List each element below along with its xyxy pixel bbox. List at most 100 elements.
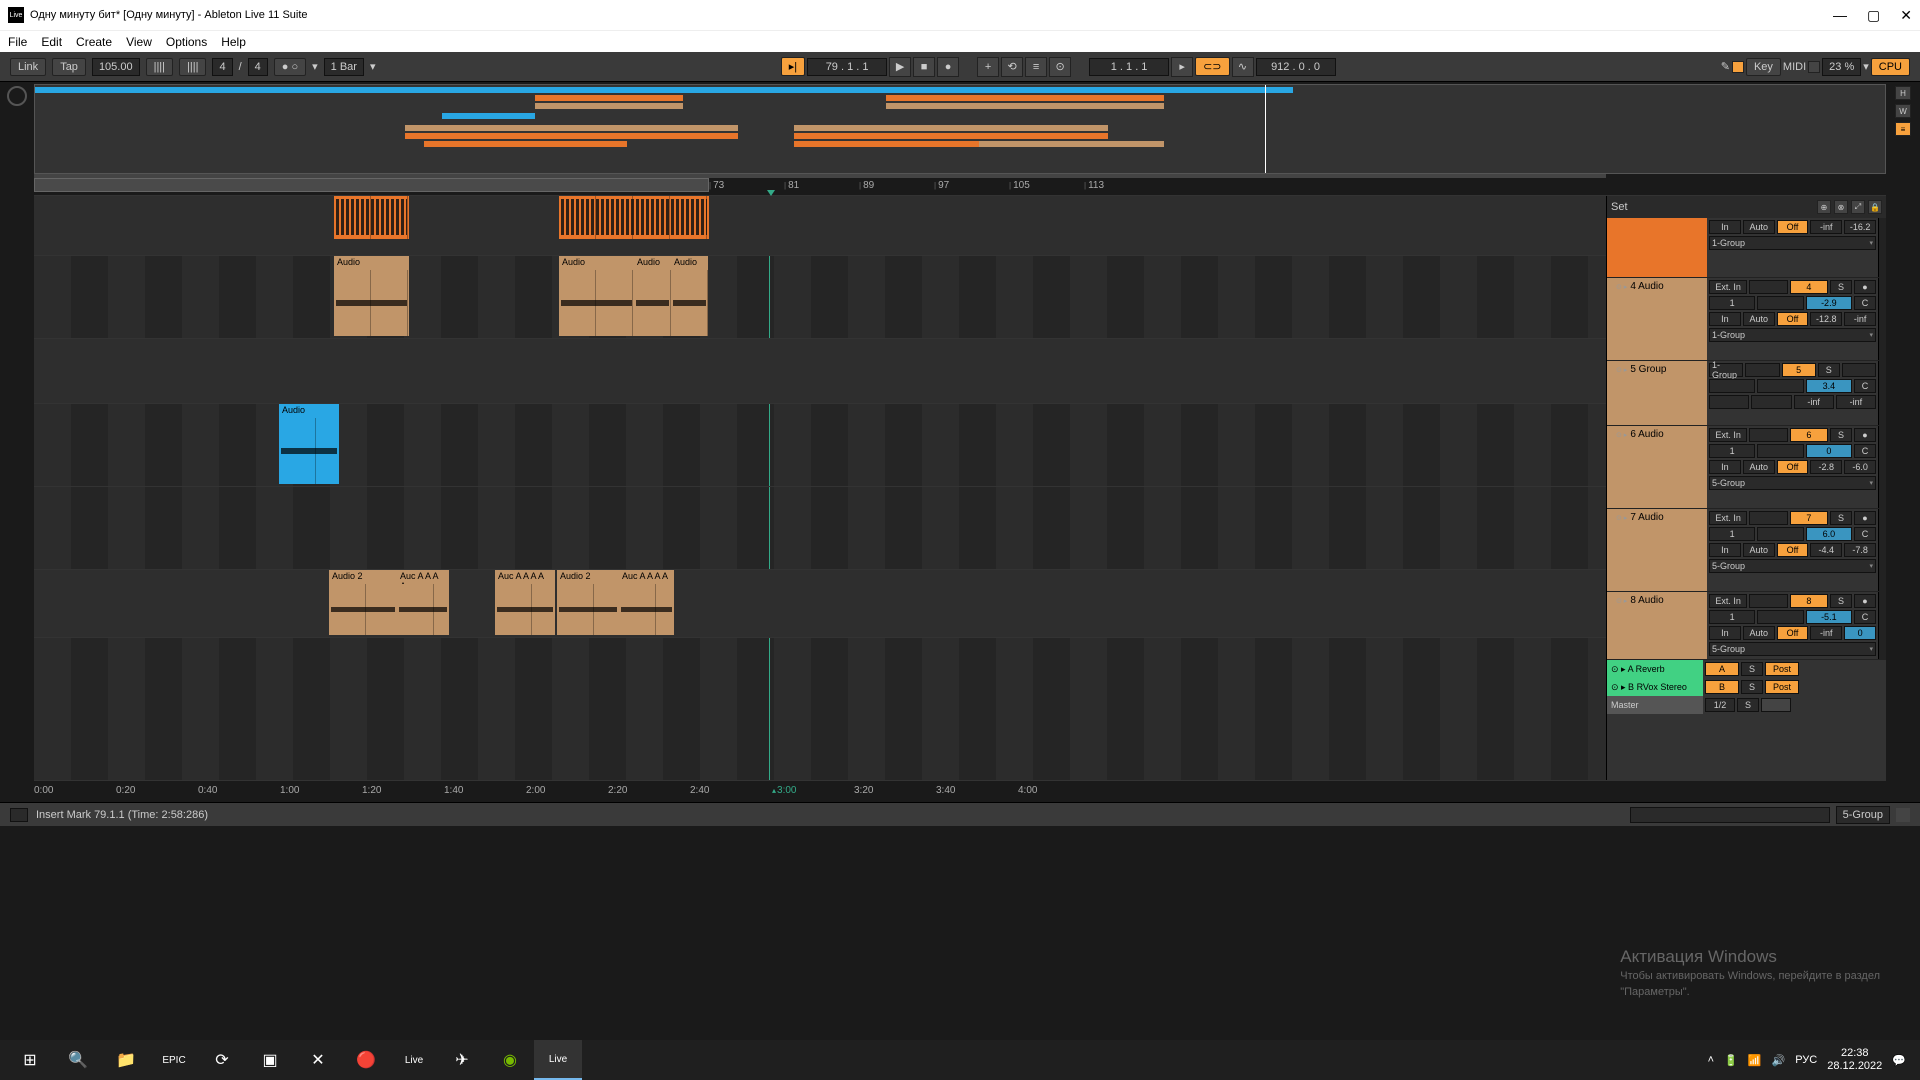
mixer-cell[interactable] bbox=[1751, 395, 1791, 409]
mixer-cell[interactable]: -6.0 bbox=[1844, 460, 1876, 474]
mixer-cell[interactable]: Auto bbox=[1743, 312, 1775, 326]
mixer-cell[interactable] bbox=[1757, 444, 1803, 458]
mixer-cell[interactable]: S bbox=[1818, 363, 1840, 377]
mixer-cell[interactable]: 0 bbox=[1844, 626, 1876, 640]
tray-chevron-icon[interactable]: ˄ bbox=[1708, 1054, 1714, 1066]
mixer-cell[interactable] bbox=[1757, 610, 1803, 624]
clip[interactable]: Auc A A A A bbox=[619, 570, 674, 635]
mixer-cell[interactable] bbox=[1757, 379, 1803, 393]
mixer-cell[interactable]: 0 bbox=[1806, 444, 1852, 458]
mixer-cell[interactable]: In bbox=[1709, 220, 1741, 234]
track-name[interactable]: ⊙ ▸8 Audio bbox=[1611, 592, 1707, 659]
wifi-icon[interactable]: 📶 bbox=[1748, 1054, 1762, 1067]
app-icon-1[interactable]: ✕ bbox=[294, 1040, 342, 1080]
steam-icon[interactable]: ⟳ bbox=[198, 1040, 246, 1080]
arrangement-overview[interactable] bbox=[34, 84, 1886, 174]
clip[interactable]: Audio 2 bbox=[329, 570, 397, 635]
system-tray[interactable]: ˄ 🔋 📶 🔊 РУС 22:38 28.12.2022 💬 bbox=[1700, 1047, 1914, 1073]
ableton-taskbar-icon[interactable]: Live bbox=[534, 1040, 582, 1080]
track-lane[interactable] bbox=[34, 339, 1606, 404]
panel-btn-3[interactable]: ⤢ bbox=[1851, 200, 1865, 214]
mixer-cell[interactable]: Ext. In bbox=[1709, 594, 1747, 608]
mixer-cell[interactable]: Off bbox=[1777, 220, 1809, 234]
menu-view[interactable]: View bbox=[126, 35, 152, 49]
panel-btn-4[interactable]: 🔒 bbox=[1868, 200, 1882, 214]
mixer-cell[interactable]: -16.2 bbox=[1844, 220, 1876, 234]
clip[interactable]: Audio bbox=[559, 256, 634, 336]
reenable-automation[interactable]: ≡ bbox=[1025, 57, 1047, 77]
tempo-field[interactable]: 105.00 bbox=[92, 58, 140, 76]
mixer-cell[interactable] bbox=[1757, 527, 1803, 541]
clip[interactable]: Auc A A A A bbox=[397, 570, 449, 635]
telegram-icon[interactable]: ✈ bbox=[438, 1040, 486, 1080]
track-name[interactable]: ⊙ ▸7 Audio bbox=[1611, 509, 1707, 591]
stop-button[interactable]: ■ bbox=[913, 57, 935, 77]
mixer-cell[interactable]: -12.8 bbox=[1810, 312, 1842, 326]
mixer-cell[interactable]: 1 bbox=[1709, 444, 1755, 458]
mixer-cell[interactable]: -2.8 bbox=[1810, 460, 1842, 474]
mixer-cell[interactable]: C bbox=[1854, 610, 1876, 624]
status-icon[interactable] bbox=[10, 808, 28, 822]
mixer-cell[interactable]: C bbox=[1854, 379, 1876, 393]
mixer-cell[interactable]: S bbox=[1830, 594, 1852, 608]
minimize-button[interactable]: — bbox=[1833, 7, 1847, 24]
cpu-dd[interactable]: ▾ bbox=[1863, 60, 1869, 73]
master-solo[interactable]: S bbox=[1737, 698, 1759, 712]
track-name[interactable]: ⊙ ▸4 Audio bbox=[1611, 278, 1707, 360]
loop-length[interactable]: 912 . 0 . 0 bbox=[1256, 58, 1336, 76]
yandex-icon[interactable]: 🔴 bbox=[342, 1040, 390, 1080]
mixer-cell[interactable]: 6.0 bbox=[1806, 527, 1852, 541]
explorer-icon[interactable]: 📁 bbox=[102, 1040, 150, 1080]
mixer-cell[interactable]: 1-Group bbox=[1709, 328, 1876, 342]
clip[interactable]: Auc A A A A bbox=[495, 570, 555, 635]
mixer-cell[interactable]: S bbox=[1830, 280, 1852, 294]
clip[interactable] bbox=[334, 196, 409, 253]
mixer-cell[interactable] bbox=[1745, 363, 1779, 377]
mixer-cell[interactable]: 7 bbox=[1790, 511, 1828, 525]
mixer-cell[interactable] bbox=[1749, 428, 1787, 442]
live-text-icon[interactable]: Live bbox=[390, 1040, 438, 1080]
track-lane[interactable]: AudioAudioAudioAudio bbox=[34, 256, 1606, 339]
arrangement-position[interactable]: 79 . 1 . 1 bbox=[807, 58, 887, 76]
mixer-cell[interactable]: In bbox=[1709, 543, 1741, 557]
sig-denominator[interactable]: 4 bbox=[248, 58, 268, 76]
master-row[interactable]: Master 1/2 S bbox=[1607, 696, 1886, 714]
punch-in[interactable]: ▸ bbox=[1171, 57, 1193, 77]
taskview-icon[interactable]: ▣ bbox=[246, 1040, 294, 1080]
mixer-cell[interactable]: 5-Group bbox=[1709, 642, 1876, 656]
master-page[interactable]: 1/2 bbox=[1705, 698, 1735, 712]
mixer-cell[interactable]: C bbox=[1854, 527, 1876, 541]
metronome-dd[interactable]: ▾ bbox=[312, 60, 318, 73]
mixer-cell[interactable]: 5-Group bbox=[1709, 559, 1876, 573]
mixer-cell[interactable]: 6 bbox=[1790, 428, 1828, 442]
track-lane[interactable] bbox=[34, 487, 1606, 570]
arrangement-view[interactable]: AudioAudioAudioAudioAudioAudio 2Auc A A … bbox=[34, 196, 1886, 780]
mixer-cell[interactable]: C bbox=[1854, 296, 1876, 310]
status-search[interactable] bbox=[1630, 807, 1830, 823]
windows-taskbar[interactable]: ⊞ 🔍 📁 EPIC ⟳ ▣ ✕ 🔴 Live ✈ ◉ Live ˄ 🔋 📶 🔊… bbox=[0, 1040, 1920, 1080]
mixer-cell[interactable]: 1-Group bbox=[1709, 363, 1743, 377]
mixer-cell[interactable]: C bbox=[1854, 444, 1876, 458]
search-button[interactable]: 🔍 bbox=[54, 1040, 102, 1080]
mixer-cell[interactable]: Off bbox=[1777, 312, 1809, 326]
automation-arm[interactable]: ⟲ bbox=[1001, 57, 1023, 77]
maximize-button[interactable]: ▢ bbox=[1867, 7, 1880, 24]
nudge-up[interactable]: |||| bbox=[179, 58, 206, 76]
clock[interactable]: 22:38 28.12.2022 bbox=[1827, 1047, 1882, 1073]
mixer-cell[interactable]: Auto bbox=[1743, 220, 1775, 234]
menu-edit[interactable]: Edit bbox=[41, 35, 62, 49]
track-name[interactable] bbox=[1611, 218, 1707, 277]
status-swatch[interactable] bbox=[1896, 808, 1910, 822]
volume-icon[interactable]: 🔊 bbox=[1772, 1054, 1786, 1067]
clip[interactable]: Audio bbox=[334, 256, 409, 336]
mixer-cell[interactable]: -4.4 bbox=[1810, 543, 1842, 557]
play-button[interactable]: ▶ bbox=[889, 57, 911, 77]
notifications-icon[interactable]: 💬 bbox=[1892, 1054, 1906, 1067]
track-header[interactable]: ⊙ ▸7 AudioExt. In7S●16.0CInAutoOff-4.4-7… bbox=[1607, 509, 1886, 592]
mixer-cell[interactable]: Ext. In bbox=[1709, 511, 1747, 525]
follow-button[interactable]: ▸| bbox=[781, 57, 805, 76]
mixer-cell[interactable]: 1 bbox=[1709, 610, 1755, 624]
close-button[interactable]: ✕ bbox=[1900, 7, 1912, 24]
mixer-cell[interactable] bbox=[1709, 395, 1749, 409]
mixer-cell[interactable]: Auto bbox=[1743, 626, 1775, 640]
